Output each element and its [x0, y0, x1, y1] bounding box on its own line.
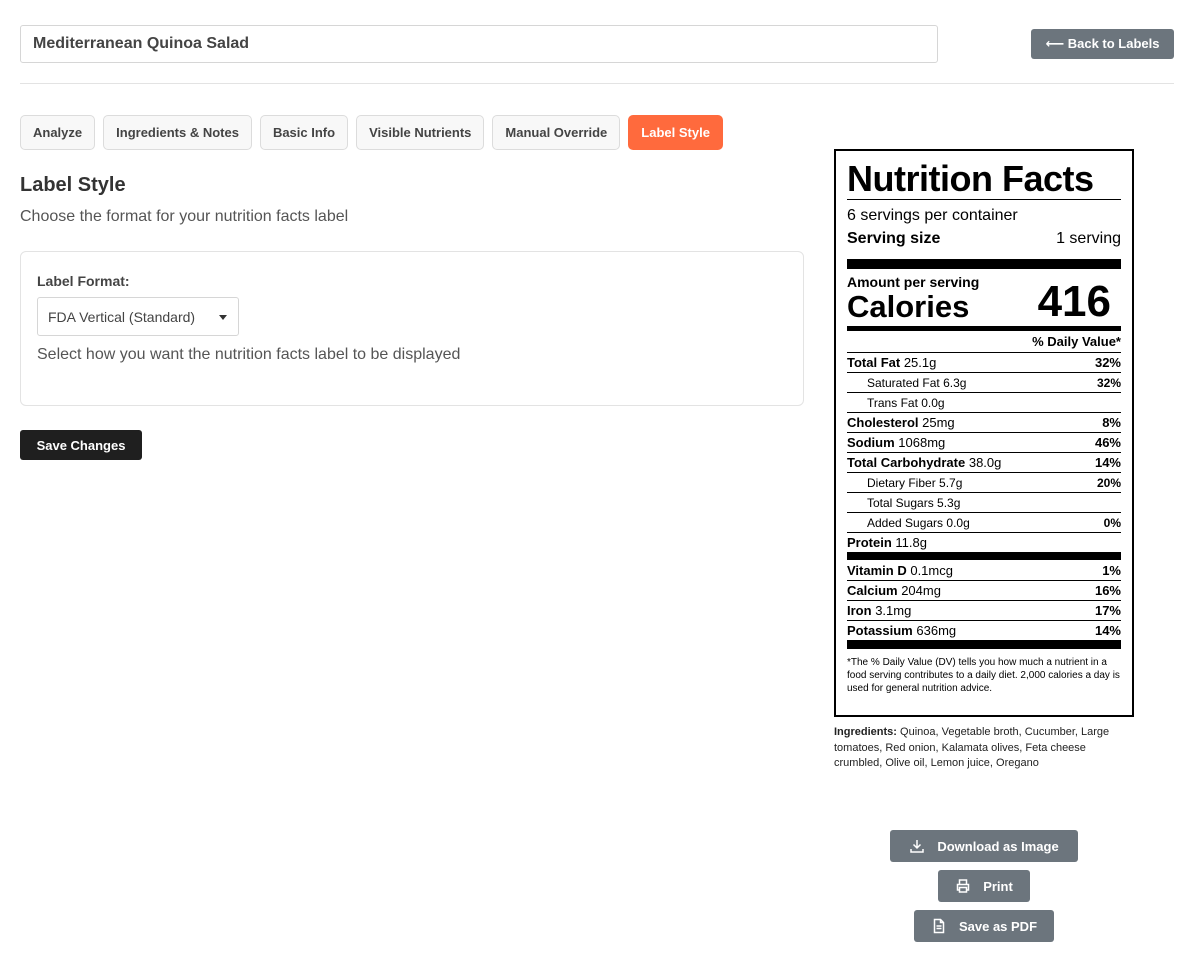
nf-nutrient-name: Iron — [847, 603, 872, 618]
nf-row-total-carbohydrate: Total Carbohydrate 38.0g 14% — [847, 452, 1121, 472]
nf-calories-label: Calories — [847, 289, 970, 324]
download-label: Download as Image — [937, 838, 1059, 854]
nf-thick-bar — [847, 552, 1121, 560]
nf-nutrient-name: Vitamin D — [847, 562, 907, 578]
nf-nutrient-name: Calcium — [847, 583, 898, 598]
tab-manual-override[interactable]: Manual Override — [492, 115, 621, 150]
nf-thick-bar — [847, 259, 1121, 269]
nf-nutrient-dv: 14% — [1094, 623, 1121, 638]
nf-nutrient-dv: 16% — [1094, 583, 1121, 598]
nf-nutrient-amount: 11.8g — [895, 535, 927, 550]
nf-daily-value-header: % Daily Value* — [1032, 334, 1121, 349]
tab-visible-nutrients[interactable]: Visible Nutrients — [356, 115, 485, 150]
nf-rule — [847, 199, 1121, 200]
save-pdf-button[interactable]: Save as PDF — [914, 910, 1054, 942]
nf-serving-size: Serving size 1 serving — [847, 227, 1121, 251]
header-divider — [20, 83, 1174, 84]
print-label: Print — [983, 878, 1013, 894]
nf-footnote: *The % Daily Value (DV) tells you how mu… — [847, 657, 1120, 694]
nf-servings: 6 servings per container — [847, 207, 1018, 224]
nf-nutrient-dv: 17% — [1094, 603, 1121, 618]
save-changes-button[interactable]: Save Changes — [20, 430, 142, 460]
nf-nutrient-amount: 6.3g — [943, 375, 967, 390]
nf-nutrient-amount: 25.1g — [903, 355, 937, 370]
nf-nutrient-name: Added Sugars — [867, 515, 944, 530]
nf-row-iron: Iron 3.1mg 17% — [847, 600, 1121, 620]
printer-icon — [956, 879, 970, 893]
nf-row-potassium: Potassium 636mg 14% — [847, 620, 1121, 640]
nf-serving-size-value: 1 serving — [1056, 230, 1121, 247]
nf-nutrient-dv: 32% — [1096, 375, 1121, 390]
nf-calories-value: 416 — [1037, 277, 1111, 326]
caret-down-icon — [219, 315, 227, 320]
nf-calories: Calories 416 — [847, 280, 1121, 324]
download-icon — [910, 840, 925, 853]
nf-row-calcium: Calcium 204mg 16% — [847, 580, 1121, 600]
nf-nutrient-amount: 5.3g — [937, 495, 961, 510]
nf-nutrient-name: Trans Fat — [867, 395, 918, 410]
ingredients-label: Ingredients: — [834, 726, 897, 738]
tab-analyze[interactable]: Analyze — [20, 115, 96, 150]
nf-title: Nutrition Facts — [847, 158, 1094, 199]
nf-row-cholesterol: Cholesterol 25mg 8% — [847, 412, 1121, 432]
nf-thick-bar — [847, 640, 1121, 649]
nf-nutrient-dv: 46% — [1094, 435, 1121, 450]
nf-nutrient-amount: 5.7g — [939, 475, 963, 490]
nf-nutrient-dv: 8% — [1102, 415, 1121, 430]
nf-nutrient-amount: 0.1mcg — [910, 562, 953, 578]
nf-nutrient-amount: 0.0g — [921, 395, 945, 410]
tab-bar: Analyze Ingredients & Notes Basic Info V… — [20, 115, 723, 150]
section-subtitle: Choose the format for your nutrition fac… — [20, 208, 349, 225]
nf-nutrient-dv: 20% — [1096, 475, 1121, 490]
label-format-help: Select how you want the nutrition facts … — [37, 346, 461, 363]
nf-nutrient-name: Protein — [847, 535, 892, 550]
nf-row-total-fat: Total Fat 25.1g 32% — [847, 352, 1121, 372]
nf-nutrient-name: Total Sugars — [867, 495, 934, 510]
nf-nutrient-amount: 0.0g — [946, 515, 970, 530]
nf-nutrient-dv: 14% — [1094, 455, 1121, 470]
label-format-label: Label Format: — [37, 273, 130, 289]
ingredients-list: Ingredients: Quinoa, Vegetable broth, Cu… — [834, 725, 1134, 772]
nf-nutrient-amount: 204mg — [901, 583, 941, 598]
nf-nutrient-amount: 3.1mg — [875, 603, 912, 618]
download-image-button[interactable]: Download as Image — [890, 830, 1078, 862]
tab-label-style[interactable]: Label Style — [628, 115, 723, 150]
nf-nutrient-dv: 32% — [1094, 355, 1121, 370]
nf-row-vitamin-d: Vitamin D 0.1mcg 1% — [847, 560, 1121, 580]
nf-nutrient-name: Sodium — [847, 435, 895, 450]
label-format-select[interactable]: FDA Vertical (Standard) — [37, 297, 239, 336]
recipe-name-input[interactable]: Mediterranean Quinoa Salad — [20, 25, 938, 63]
tab-ingredients-notes[interactable]: Ingredients & Notes — [103, 115, 252, 150]
nf-row-added-sugars: Added Sugars 0.0g 0% — [847, 512, 1121, 532]
nutrition-facts-label: Nutrition Facts 6 servings per container… — [834, 149, 1134, 717]
nf-nutrient-name: Total Fat — [847, 355, 901, 370]
nf-nutrient-amount: 25mg — [922, 415, 955, 430]
label-format-selected: FDA Vertical (Standard) — [48, 308, 196, 325]
tab-basic-info[interactable]: Basic Info — [259, 115, 349, 150]
nf-nutrient-amount: 1068mg — [898, 435, 946, 450]
nf-row-dietary-fiber: Dietary Fiber 5.7g 20% — [847, 472, 1121, 492]
back-to-labels-button[interactable]: ⟵ Back to Labels — [1031, 29, 1174, 59]
nf-nutrient-name: Potassium — [847, 623, 913, 638]
nf-serving-size-label: Serving size — [847, 230, 941, 247]
nf-nutrient-name: Total Carbohydrate — [847, 455, 966, 470]
nf-row-saturated-fat: Saturated Fat 6.3g 32% — [847, 372, 1121, 392]
nf-nutrient-amount: 38.0g — [968, 455, 1002, 470]
nf-row-total-sugars: Total Sugars 5.3g — [847, 492, 1121, 512]
nf-nutrient-dv: 0% — [1103, 515, 1121, 530]
nf-nutrient-dv: 1% — [1102, 562, 1121, 578]
nf-row-protein: Protein 11.8g — [847, 532, 1121, 552]
nf-nutrient-name: Cholesterol — [847, 415, 919, 430]
print-button[interactable]: Print — [938, 870, 1030, 902]
save-pdf-label: Save as PDF — [958, 918, 1038, 934]
document-icon — [933, 918, 945, 934]
nf-row-sodium: Sodium 1068mg 46% — [847, 432, 1121, 452]
nf-row-trans-fat: Trans Fat 0.0g — [847, 392, 1121, 412]
nf-nutrient-amount: 636mg — [916, 623, 957, 638]
section-title: Label Style — [20, 174, 126, 196]
nf-nutrient-name: Saturated Fat — [867, 375, 940, 390]
label-format-card: Label Format: FDA Vertical (Standard) Se… — [20, 251, 804, 406]
nf-nutrient-name: Dietary Fiber — [867, 475, 936, 490]
